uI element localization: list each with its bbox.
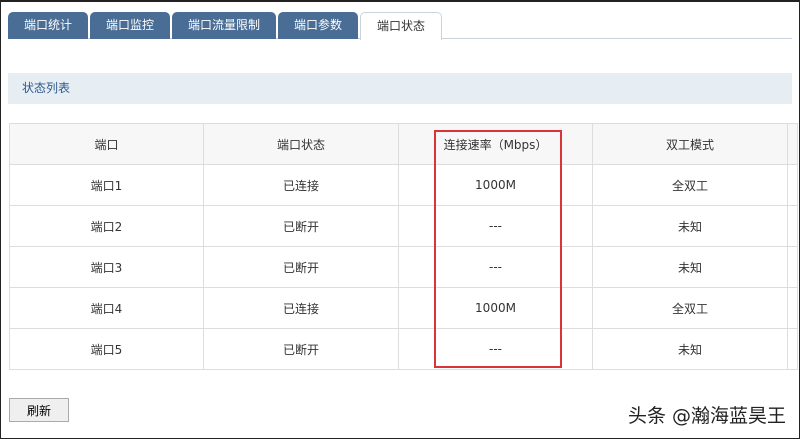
table-row: 端口5 已断开 --- 未知: [9, 328, 798, 370]
watermark: 头条 @瀚海蓝昊王: [627, 405, 786, 427]
cell-duplex: 未知: [592, 205, 788, 247]
cell-port-status: 已断开: [203, 328, 399, 370]
tab-port-status[interactable]: 端口状态: [360, 12, 442, 40]
tab-bar: 端口统计 端口监控 端口流量限制 端口参数 端口状态: [8, 12, 792, 40]
cell-extra: [787, 205, 798, 247]
cell-extra: [787, 164, 798, 206]
header-port: 端口: [9, 123, 204, 165]
cell-port: 端口5: [9, 328, 204, 370]
refresh-button[interactable]: 刷新: [9, 398, 69, 422]
table-row: 端口4 已连接 1000M 全双工: [9, 287, 798, 329]
tab-port-rate-limit[interactable]: 端口流量限制: [172, 12, 276, 39]
cell-duplex: 全双工: [592, 287, 788, 329]
status-table: 端口 端口状态 连接速率（Mbps） 双工模式 端口1 已连接 1000M 全双工 端口…: [9, 123, 798, 370]
cell-extra: [787, 246, 798, 288]
cell-port-status: 已断开: [203, 246, 399, 288]
cell-port-status: 已连接: [203, 287, 399, 329]
header-duplex: 双工模式: [592, 123, 788, 165]
cell-duplex: 全双工: [592, 164, 788, 206]
cell-port: 端口4: [9, 287, 204, 329]
cell-extra: [787, 328, 798, 370]
cell-duplex: 未知: [592, 246, 788, 288]
cell-extra: [787, 287, 798, 329]
header-extra: [787, 123, 798, 165]
header-port-status: 端口状态: [203, 123, 399, 165]
cell-port: 端口1: [9, 164, 204, 206]
table-row: 端口1 已连接 1000M 全双工: [9, 164, 798, 206]
cell-port-status: 已断开: [203, 205, 399, 247]
cell-port-status: 已连接: [203, 164, 399, 206]
table-row: 端口2 已断开 --- 未知: [9, 205, 798, 247]
table-row: 端口3 已断开 --- 未知: [9, 246, 798, 288]
section-title: 状态列表: [8, 73, 792, 104]
cell-duplex: 未知: [592, 328, 788, 370]
tab-port-parameters[interactable]: 端口参数: [278, 12, 358, 39]
cell-port: 端口3: [9, 246, 204, 288]
highlight-box: [434, 130, 562, 368]
tab-port-monitor[interactable]: 端口监控: [90, 12, 170, 39]
tab-port-statistics[interactable]: 端口统计: [8, 12, 88, 39]
cell-port: 端口2: [9, 205, 204, 247]
